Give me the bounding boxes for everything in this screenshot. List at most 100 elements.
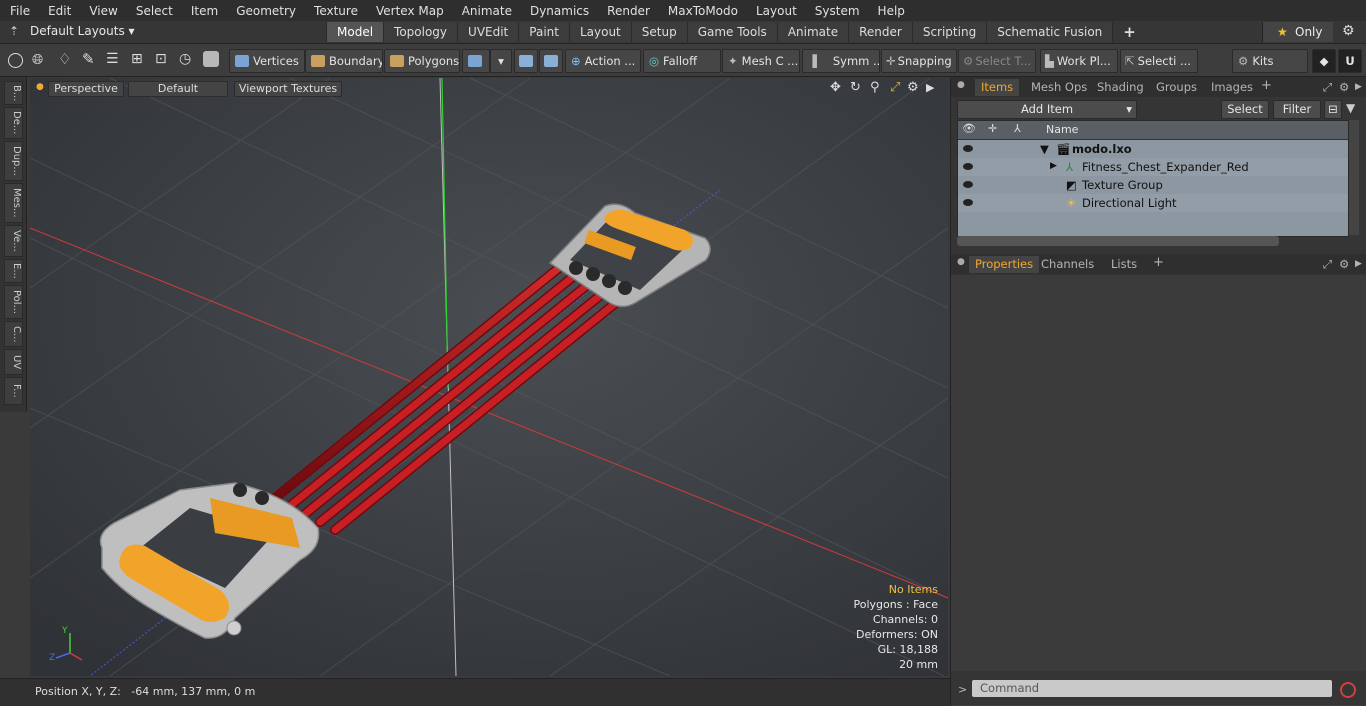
unity-button[interactable]: ◆ [1312, 49, 1336, 73]
menu-edit[interactable]: Edit [38, 4, 79, 18]
left-tab-vertex[interactable]: Ve... [4, 225, 23, 257]
menu-help[interactable]: Help [868, 4, 913, 18]
tab-channels[interactable]: Channels [1041, 257, 1094, 271]
circle-select-icon[interactable] [8, 53, 23, 68]
left-tab-edge[interactable]: E... [4, 259, 23, 283]
menu-item[interactable]: Item [181, 4, 226, 18]
3d-viewport[interactable]: Y Z [30, 78, 948, 676]
viewport-menu-icon[interactable]: ● [36, 82, 44, 92]
properties-settings-icon[interactable]: ⚙ [1339, 257, 1349, 271]
rotate-cube-button[interactable] [539, 49, 563, 73]
select-button[interactable]: Select [1221, 100, 1269, 119]
properties-menu-icon[interactable]: ● [957, 257, 965, 267]
menu-layout[interactable]: Layout [746, 4, 805, 18]
add-properties-tab-icon[interactable]: + [1153, 255, 1164, 270]
clock-icon[interactable]: ◷ [179, 51, 191, 67]
panel-settings-icon[interactable]: ⚙ [1339, 80, 1349, 94]
gear-cube-button[interactable] [514, 49, 538, 73]
item-row[interactable]: ▼ 🎬︎ modo.lxo [958, 140, 1348, 158]
boundary-button[interactable]: Boundary [305, 49, 383, 73]
tab-scripting[interactable]: Scripting [911, 22, 987, 42]
tab-topology[interactable]: Topology [383, 22, 458, 42]
left-tab-deform[interactable]: De... [4, 107, 23, 139]
item-row[interactable]: ☀ Directional Light [958, 194, 1348, 212]
kits-button[interactable]: ⚙ Kits [1232, 49, 1308, 73]
viewport-settings-icon[interactable]: ⚙ [907, 80, 919, 95]
left-tab-polygon[interactable]: Pol... [4, 285, 23, 319]
left-tab-uv[interactable]: UV [4, 349, 23, 375]
menu-select[interactable]: Select [126, 4, 181, 18]
command-input[interactable]: Command [972, 680, 1332, 697]
item-row[interactable]: ◩ Texture Group [958, 176, 1348, 194]
menu-system[interactable]: System [805, 4, 868, 18]
layout-dropdown[interactable]: Default Layouts ▾ [30, 24, 135, 38]
lasso-icon[interactable]: ♢ [58, 50, 71, 68]
menu-file[interactable]: File [0, 4, 38, 18]
tab-items[interactable]: Items [975, 79, 1020, 96]
visibility-eye-icon[interactable] [963, 163, 973, 170]
symmetry-button[interactable]: ▐ Symm ... [802, 49, 880, 73]
rotate-icon[interactable]: ↻ [850, 80, 861, 95]
tab-schematic-fusion[interactable]: Schematic Fusion [986, 22, 1113, 42]
tab-properties[interactable]: Properties [969, 256, 1040, 273]
visibility-eye-icon[interactable] [963, 199, 973, 206]
panel-menu-icon[interactable]: ● [957, 80, 965, 90]
filter-funnel-icon[interactable]: ▼ [1346, 101, 1355, 115]
polygons-button[interactable]: Polygons [384, 49, 460, 73]
menu-geometry[interactable]: Geometry [226, 4, 304, 18]
collapse-icon[interactable]: ⊟ [1324, 100, 1342, 119]
snapping-button[interactable]: ✛ Snapping [881, 49, 957, 73]
menu-maxtomodo[interactable]: MaxToModo [658, 4, 746, 18]
square-icon[interactable]: ⊡ [155, 51, 167, 67]
expand-arrow-icon[interactable]: ▼ [1040, 142, 1049, 156]
item-row[interactable]: ▶ ⅄ Fitness_Chest_Expander_Red [958, 158, 1348, 176]
tab-paint[interactable]: Paint [518, 22, 569, 42]
properties-expand-icon[interactable]: ⤢ [1323, 257, 1332, 272]
tab-groups[interactable]: Groups [1156, 80, 1197, 94]
left-tab-basic[interactable]: B... [4, 81, 23, 105]
tab-images[interactable]: Images [1211, 80, 1253, 94]
work-plane-button[interactable]: ▙ Work Pl... [1040, 49, 1118, 73]
action-center-button[interactable]: ⊕ Action ... [565, 49, 641, 73]
tab-shading[interactable]: Shading [1097, 80, 1144, 94]
add-tab-icon[interactable]: + [1112, 22, 1146, 42]
menu-dynamics[interactable]: Dynamics [520, 4, 597, 18]
expand-arrow-icon[interactable]: ▶ [1050, 161, 1057, 171]
add-panel-tab-icon[interactable]: + [1261, 78, 1272, 93]
tab-mesh-ops[interactable]: Mesh Ops [1031, 80, 1087, 94]
left-tab-fusion[interactable]: F... [4, 377, 23, 405]
viewport-scene[interactable]: Y Z [30, 78, 948, 676]
vertical-scrollbar[interactable] [1349, 120, 1359, 235]
select-through-button[interactable]: ⚙ Select T... [958, 49, 1036, 73]
settings-gear-icon[interactable]: ⚙ [1342, 23, 1355, 39]
left-tab-curve[interactable]: C... [4, 321, 23, 347]
item-mode-button[interactable] [462, 49, 490, 73]
panel-arrow-icon[interactable]: ▶ [1355, 82, 1362, 92]
falloff-button[interactable]: ◎ Falloff [643, 49, 721, 73]
viewport-textures-dropdown[interactable]: Viewport Textures [234, 81, 342, 97]
menu-render[interactable]: Render [597, 4, 658, 18]
menu-view[interactable]: View [79, 4, 125, 18]
horizontal-scrollbar[interactable] [957, 236, 1279, 246]
mode-dropdown-button[interactable]: ▾ [490, 49, 512, 73]
menu-texture[interactable]: Texture [304, 4, 366, 18]
name-column-header[interactable]: Name [1046, 123, 1078, 136]
globe-icon[interactable]: 🌐︎ [32, 52, 43, 68]
shading-dropdown[interactable]: Default [128, 81, 228, 97]
left-tab-mesh-edit[interactable]: Mes... [4, 183, 23, 223]
grid-icon[interactable]: ⊞ [131, 51, 143, 67]
vertices-button[interactable]: Vertices [229, 49, 305, 73]
visibility-eye-icon[interactable] [963, 181, 973, 188]
add-item-button[interactable]: Add Item ▾ [957, 100, 1137, 119]
menu-vertex-map[interactable]: Vertex Map [366, 4, 452, 18]
tab-model[interactable]: Model [326, 22, 384, 42]
tab-uvedit[interactable]: UVEdit [457, 22, 519, 42]
perspective-dropdown[interactable]: Perspective [48, 81, 124, 97]
expand-right-icon[interactable]: ▶ [926, 81, 934, 94]
stack-icon[interactable]: ☰ [106, 51, 119, 67]
tab-game-tools[interactable]: Game Tools [686, 22, 777, 42]
filter-button[interactable]: Filter [1273, 100, 1321, 119]
only-toggle[interactable]: ★ Only [1262, 22, 1333, 42]
tab-render[interactable]: Render [848, 22, 912, 42]
shield-icon[interactable] [203, 51, 219, 67]
